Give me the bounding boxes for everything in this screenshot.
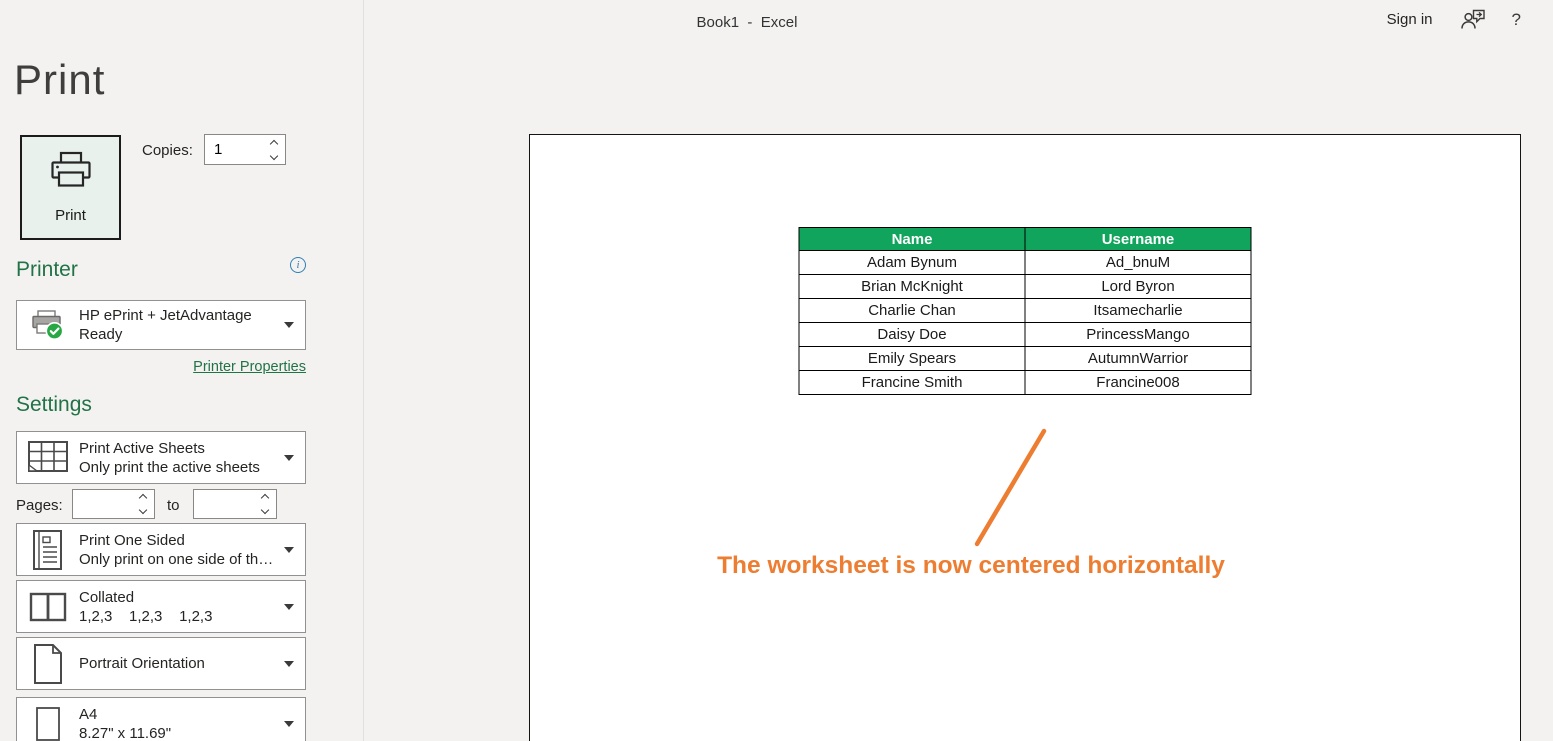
- annotation-line: [530, 135, 1522, 741]
- pages-to-stepper: [193, 489, 277, 519]
- setting-paper-size-dropdown[interactable]: A4 8.27" x 11.69": [16, 697, 306, 741]
- chevron-down-icon: [284, 721, 294, 727]
- table-header-row: Name Username: [799, 228, 1251, 251]
- table-cell: PrincessMango: [1025, 323, 1251, 347]
- chevron-down-icon: [284, 547, 294, 553]
- table-header-cell: Name: [799, 228, 1025, 251]
- chevron-down-icon: [284, 661, 294, 667]
- dropdown-subtitle: 8.27" x 11.69": [79, 725, 280, 741]
- table-cell: Adam Bynum: [799, 251, 1025, 275]
- spinner-down-icon[interactable]: [139, 506, 147, 514]
- table-cell: Emily Spears: [799, 347, 1025, 371]
- table-row: Daisy Doe PrincessMango: [799, 323, 1251, 347]
- printer-section-heading: Printer: [16, 258, 78, 282]
- paper-size-icon: [17, 706, 79, 741]
- printer-name: HP ePrint + JetAdvantage: [79, 307, 280, 324]
- table-row: Charlie Chan Itsamecharlie: [799, 299, 1251, 323]
- dropdown-subtitle: Only print on one side of the…: [79, 551, 280, 568]
- setting-print-what-dropdown[interactable]: Print Active Sheets Only print the activ…: [16, 431, 306, 484]
- copies-stepper: [204, 134, 286, 165]
- table-cell: AutumnWarrior: [1025, 347, 1251, 371]
- printer-status: Ready: [79, 326, 280, 343]
- dropdown-subtitle: Only print the active sheets: [79, 459, 280, 476]
- spinner-up-icon[interactable]: [261, 494, 269, 502]
- page-title: Print: [14, 56, 105, 104]
- printer-select-dropdown[interactable]: HP ePrint + JetAdvantage Ready: [16, 300, 306, 350]
- setting-orientation-dropdown[interactable]: Portrait Orientation: [16, 637, 306, 690]
- table-cell: Francine008: [1025, 371, 1251, 395]
- portrait-page-icon: [17, 643, 79, 685]
- table-row: Brian McKnight Lord Byron: [799, 275, 1251, 299]
- copies-label: Copies:: [142, 142, 193, 159]
- print-button[interactable]: Print: [20, 135, 121, 240]
- table-row: Adam Bynum Ad_bnuM: [799, 251, 1251, 275]
- setting-collation-dropdown[interactable]: Collated 1,2,3 1,2,3 1,2,3: [16, 580, 306, 633]
- preview-page: Name Username Adam Bynum Ad_bnuM Brian M…: [529, 134, 1521, 741]
- settings-section-heading: Settings: [16, 393, 92, 417]
- dropdown-title: Print One Sided: [79, 532, 280, 549]
- page-lines-icon: [17, 529, 79, 571]
- preview-table: Name Username Adam Bynum Ad_bnuM Brian M…: [799, 227, 1252, 395]
- table-cell: Francine Smith: [799, 371, 1025, 395]
- table-cell: Charlie Chan: [799, 299, 1025, 323]
- sheet-grid-icon: [17, 440, 79, 476]
- printer-properties-link[interactable]: Printer Properties: [16, 359, 306, 375]
- chevron-down-icon: [284, 322, 294, 328]
- spinner-down-icon[interactable]: [261, 506, 269, 514]
- table-cell: Ad_bnuM: [1025, 251, 1251, 275]
- dropdown-subtitle: 1,2,3 1,2,3 1,2,3: [79, 608, 280, 625]
- dropdown-title: Portrait Orientation: [79, 655, 280, 672]
- table-cell: Daisy Doe: [799, 323, 1025, 347]
- table-header-cell: Username: [1025, 228, 1251, 251]
- pages-from-stepper: [72, 489, 155, 519]
- print-button-label: Print: [55, 207, 86, 224]
- table-cell: Lord Byron: [1025, 275, 1251, 299]
- pages-label: Pages:: [16, 497, 63, 514]
- pages-to-input[interactable]: [194, 490, 254, 518]
- table-cell: Brian McKnight: [799, 275, 1025, 299]
- spinner-up-icon[interactable]: [139, 494, 147, 502]
- table-cell: Itsamecharlie: [1025, 299, 1251, 323]
- spinner-up-icon[interactable]: [270, 139, 278, 147]
- printer-icon: [46, 151, 96, 197]
- info-icon[interactable]: [290, 257, 306, 273]
- chevron-down-icon: [284, 455, 294, 461]
- dropdown-title: Collated: [79, 589, 280, 606]
- copies-input[interactable]: [205, 135, 263, 164]
- pages-from-input[interactable]: [73, 490, 132, 518]
- chevron-down-icon: [284, 604, 294, 610]
- table-row: Emily Spears AutumnWarrior: [799, 347, 1251, 371]
- pages-to-label: to: [167, 497, 180, 514]
- setting-duplex-dropdown[interactable]: Print One Sided Only print on one side o…: [16, 523, 306, 576]
- collated-icon: [17, 592, 79, 622]
- printer-ready-icon: [17, 309, 79, 342]
- table-row: Francine Smith Francine008: [799, 371, 1251, 395]
- print-settings-panel: Print Print Copies: Printer: [0, 0, 364, 741]
- print-preview-area: Name Username Adam Bynum Ad_bnuM Brian M…: [365, 0, 1553, 741]
- spinner-down-icon[interactable]: [270, 151, 278, 159]
- dropdown-title: Print Active Sheets: [79, 440, 280, 457]
- dropdown-title: A4: [79, 706, 280, 723]
- annotation-text: The worksheet is now centered horizontal…: [717, 552, 1225, 580]
